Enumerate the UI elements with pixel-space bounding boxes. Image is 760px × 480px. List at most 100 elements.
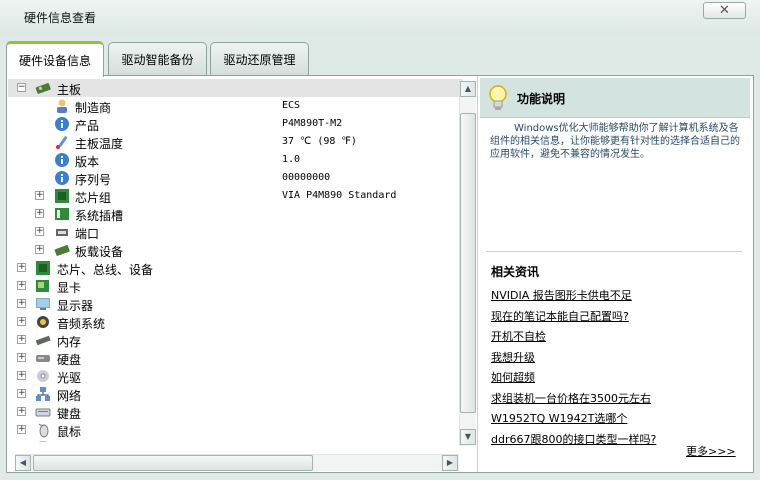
tree-row[interactable]: 序列号 00000000 [8,169,463,187]
tree-row-label: 显卡 [57,281,82,295]
content-panel: − 主板 制造商 ECS 产品 P4M890T-M2 主板温度 37 ℃ (98 ℉) 版本 1.… [6,75,754,473]
tree-row-value: P4M890T-M2 [282,118,343,129]
tree-row[interactable]: + 音频系统 [8,313,463,331]
function-description-text: Windows优化大师能够帮助你了解计算机系统及各组件的相关信息，让你能够更有针… [490,123,740,160]
tree-row[interactable]: + 光驱 [8,367,463,385]
arrow-right-icon: ▶ [446,458,454,467]
tree-row-value: 00000000 [282,172,331,183]
tree-row[interactable]: + 端口 [8,223,463,241]
graphics-card-icon [35,278,51,294]
tree-row-label: 芯片、总线、设备 [57,263,154,277]
arrow-up-icon: ▲ [464,84,472,93]
tab-hardware-info[interactable]: 硬件设备信息 [6,41,104,77]
news-link[interactable]: W1952TQ W1942T选哪个 [491,410,627,426]
tree-row[interactable]: 制造商 ECS [8,97,463,115]
expand-icon[interactable]: + [17,389,26,398]
lightbulb-icon [489,85,507,110]
scroll-left-button[interactable]: ◀ [15,455,31,471]
scroll-up-button[interactable]: ▲ [460,81,476,97]
tab-driver-restore[interactable]: 驱动还原管理 [210,42,309,75]
expand-icon[interactable]: + [17,335,26,344]
expand-icon[interactable]: + [17,425,26,434]
tree-row-label: 网络 [57,389,82,403]
optical-drive-icon [35,368,51,384]
motherboard-icon [35,80,51,96]
more-link[interactable]: 更多>>> [686,443,736,459]
vertical-scrollbar[interactable]: ▲ ▼ [459,81,476,446]
side-panel-title: 功能说明 [517,92,566,106]
expand-icon[interactable]: + [17,281,26,290]
network-icon [35,386,51,402]
expand-icon[interactable]: + [17,317,26,326]
news-link[interactable]: 如何超频 [491,369,535,385]
news-link[interactable]: 我想升级 [491,349,535,365]
scroll-thumb[interactable] [460,113,476,413]
tree-row-value: 1.0 [282,154,301,165]
tree-row-label: 硬盘 [57,353,82,367]
expand-icon[interactable]: + [35,227,44,236]
tab-label: 硬件设备信息 [18,54,91,68]
mouse-icon [35,422,51,438]
tree-row-value: VIA P4M890 Standard [282,190,397,201]
expand-icon[interactable]: + [35,245,44,254]
news-link[interactable]: 开机不自检 [491,328,546,344]
collapse-icon[interactable]: − [17,83,26,92]
expand-icon[interactable]: + [17,353,26,362]
keyboard-icon [35,404,51,420]
tree-row[interactable]: + 板载设备 [8,241,463,259]
expand-icon[interactable]: + [17,371,26,380]
tree-row-label: 主板温度 [75,137,124,151]
tree-row-label: 版本 [75,155,100,169]
tree-row[interactable]: + 网络 [8,385,463,403]
news-link[interactable]: 现在的笔记本能自己配置吗? [491,308,629,324]
expand-icon[interactable]: + [17,263,26,272]
expand-icon[interactable]: + [17,299,26,308]
slot-icon [54,206,70,222]
close-button[interactable]: ✕ [703,2,746,19]
function-description-header: 功能说明 [480,78,750,118]
tree-row-label: 光驱 [57,371,82,385]
horizontal-scroll-thumb[interactable] [33,455,313,471]
tree-row[interactable]: + 芯片组 VIA P4M890 Standard [8,187,463,205]
tree-row-label: 显示器 [57,299,94,313]
monitor-icon [35,296,51,312]
expand-icon[interactable]: + [35,191,44,200]
thermometer-pen-icon [54,134,70,150]
port-icon [54,224,70,240]
tree-row-value: 37 ℃ (98 ℉) [282,136,357,147]
tree-row[interactable]: +电池 [8,439,463,442]
horizontal-scrollbar[interactable]: ◀ ▶ [15,454,459,471]
tree-row[interactable]: + 显卡 [8,277,463,295]
tree-row[interactable]: + 显示器 [8,295,463,313]
tree-row-label: 端口 [75,227,100,241]
hard-disk-icon [35,350,51,366]
tree-row[interactable]: + 内存 [8,331,463,349]
news-link[interactable]: NVIDIA 报告图形卡供电不足 [491,287,632,303]
tree-row[interactable]: + 鼠标 [8,421,463,439]
tree-row-label: 主板 [57,83,82,97]
expand-icon[interactable]: + [17,407,26,416]
speaker-icon [35,314,51,330]
news-link[interactable]: ddr667跟800的接口类型一样吗? [491,431,656,447]
tree-row[interactable]: + 系统插槽 [8,205,463,223]
expand-icon[interactable]: + [35,209,44,218]
scroll-down-button[interactable]: ▼ [460,429,476,445]
scroll-right-button[interactable]: ▶ [442,455,458,471]
tree-row-label: 内存 [57,335,82,349]
tab-driver-backup[interactable]: 驱动智能备份 [108,42,207,75]
tree-row[interactable]: + 键盘 [8,403,463,421]
tree-row[interactable]: − 主板 [8,79,463,97]
tree-row-label: 产品 [75,119,100,133]
info-icon [54,152,70,168]
tree-row[interactable]: 版本 1.0 [8,151,463,169]
news-link[interactable]: 求组装机一台价格在3500元左右 [491,390,651,406]
hardware-tree[interactable]: − 主板 制造商 ECS 产品 P4M890T-M2 主板温度 37 ℃ (98 ℉) 版本 1.… [8,79,463,442]
side-separator [486,251,742,252]
tree-row[interactable]: 主板温度 37 ℃ (98 ℉) [8,133,463,151]
arrow-down-icon: ▼ [464,432,472,441]
tree-row[interactable]: + 芯片、总线、设备 [8,259,463,277]
info-icon [54,116,70,132]
tree-row[interactable]: 产品 P4M890T-M2 [8,115,463,133]
chipset-icon [35,260,51,276]
tree-row[interactable]: + 硬盘 [8,349,463,367]
